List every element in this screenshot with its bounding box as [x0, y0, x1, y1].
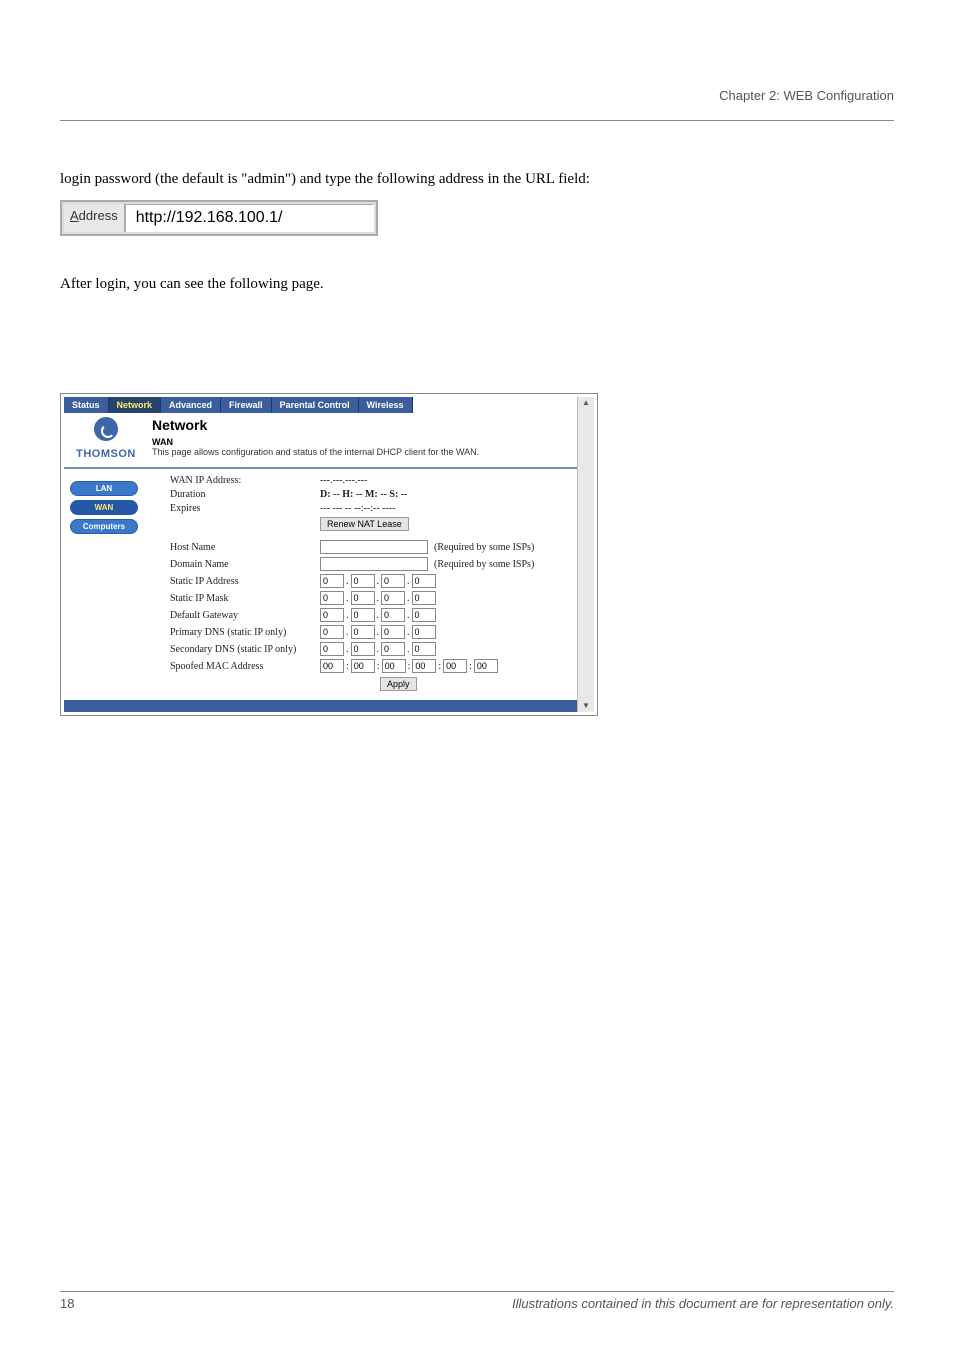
pdns-oct4[interactable]	[412, 625, 436, 639]
sidebar-item-computers[interactable]: Computers	[70, 519, 138, 534]
side-nav: LAN WAN Computers	[64, 475, 160, 694]
tab-status[interactable]: Status	[64, 397, 109, 413]
gateway-oct3[interactable]	[381, 608, 405, 622]
tab-network[interactable]: Network	[109, 397, 162, 413]
tab-parental-control[interactable]: Parental Control	[272, 397, 359, 413]
mac-5[interactable]	[443, 659, 467, 673]
value-expires: --- --- -- --:--:-- ----	[320, 503, 396, 514]
hint-host-name: (Required by some ISPs)	[434, 542, 534, 553]
label-wan-ip: WAN IP Address:	[170, 475, 320, 486]
sdns-oct3[interactable]	[381, 642, 405, 656]
tab-bar: Status Network Advanced Firewall Parenta…	[64, 397, 577, 413]
domain-name-input[interactable]	[320, 557, 428, 571]
tab-advanced[interactable]: Advanced	[161, 397, 221, 413]
apply-button[interactable]: Apply	[380, 677, 417, 691]
footer-bar	[64, 700, 577, 712]
brand-logo-icon	[94, 417, 118, 441]
gateway-oct2[interactable]	[351, 608, 375, 622]
label-expires: Expires	[170, 503, 320, 514]
gateway-oct1[interactable]	[320, 608, 344, 622]
label-static-ip: Static IP Address	[170, 576, 320, 587]
label-default-gateway: Default Gateway	[170, 610, 320, 621]
intro-paragraph: login password (the default is "admin") …	[60, 171, 894, 188]
brand-name: THOMSON	[64, 448, 148, 460]
static-mask-oct1[interactable]	[320, 591, 344, 605]
tab-firewall[interactable]: Firewall	[221, 397, 272, 413]
pdns-oct1[interactable]	[320, 625, 344, 639]
label-host-name: Host Name	[170, 542, 320, 553]
page-number: 18	[60, 1296, 74, 1311]
scroll-up-icon[interactable]: ▲	[582, 399, 590, 407]
static-mask-oct3[interactable]	[381, 591, 405, 605]
wan-form: WAN IP Address:---.---.---.--- DurationD…	[160, 475, 577, 694]
vertical-scrollbar[interactable]: ▲ ▼	[577, 397, 594, 712]
label-duration: Duration	[170, 489, 320, 500]
address-label: Address	[64, 204, 125, 232]
static-ip-oct4[interactable]	[412, 574, 436, 588]
gateway-oct4[interactable]	[412, 608, 436, 622]
value-duration: D: -- H: -- M: -- S: --	[320, 489, 407, 500]
chapter-header: Chapter 2: WEB Configuration	[60, 60, 894, 103]
sidebar-item-lan[interactable]: LAN	[70, 481, 138, 496]
label-primary-dns: Primary DNS (static IP only)	[170, 627, 320, 638]
host-name-input[interactable]	[320, 540, 428, 554]
mac-6[interactable]	[474, 659, 498, 673]
address-url: http://192.168.100.1/	[125, 204, 374, 232]
static-mask-oct2[interactable]	[351, 591, 375, 605]
pdns-oct2[interactable]	[351, 625, 375, 639]
pdns-oct3[interactable]	[381, 625, 405, 639]
static-ip-oct2[interactable]	[351, 574, 375, 588]
divider	[64, 467, 577, 469]
page-subtitle: WAN	[152, 437, 569, 447]
brand-logo-column: THOMSON	[64, 413, 148, 463]
mac-4[interactable]	[412, 659, 436, 673]
label-domain-name: Domain Name	[170, 559, 320, 570]
router-screenshot: Status Network Advanced Firewall Parenta…	[60, 393, 598, 716]
after-address-paragraph: After login, you can see the following p…	[60, 276, 894, 293]
mac-2[interactable]	[351, 659, 375, 673]
sdns-oct1[interactable]	[320, 642, 344, 656]
mac-1[interactable]	[320, 659, 344, 673]
renew-nat-lease-button[interactable]: Renew NAT Lease	[320, 517, 409, 531]
value-wan-ip: ---.---.---.---	[320, 475, 367, 486]
static-mask-oct4[interactable]	[412, 591, 436, 605]
sidebar-item-wan[interactable]: WAN	[70, 500, 138, 515]
mac-3[interactable]	[382, 659, 406, 673]
page-description: This page allows configuration and statu…	[152, 447, 569, 457]
static-ip-oct1[interactable]	[320, 574, 344, 588]
sdns-oct4[interactable]	[412, 642, 436, 656]
page-title: Network	[152, 417, 569, 433]
hint-domain-name: (Required by some ISPs)	[434, 559, 534, 570]
address-bar-figure: Address http://192.168.100.1/	[60, 200, 378, 236]
footer-note: Illustrations contained in this document…	[512, 1296, 894, 1311]
label-spoofed-mac: Spoofed MAC Address	[170, 661, 320, 672]
static-ip-oct3[interactable]	[381, 574, 405, 588]
label-secondary-dns: Secondary DNS (static IP only)	[170, 644, 320, 655]
tab-wireless[interactable]: Wireless	[359, 397, 413, 413]
sdns-oct2[interactable]	[351, 642, 375, 656]
scroll-down-icon[interactable]: ▼	[582, 702, 590, 710]
label-static-mask: Static IP Mask	[170, 593, 320, 604]
